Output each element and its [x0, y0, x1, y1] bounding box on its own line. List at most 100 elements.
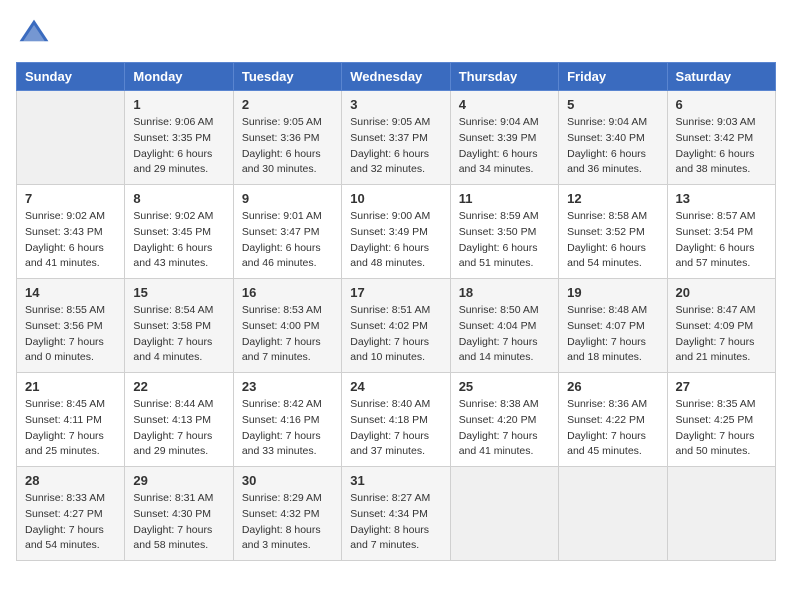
week-row-0: 1 Sunrise: 9:06 AM Sunset: 3:35 PM Daylig… [17, 91, 776, 185]
header-cell-monday: Monday [125, 63, 233, 91]
day-number: 29 [133, 473, 224, 488]
day-info: Sunrise: 8:42 AM Sunset: 4:16 PM Dayligh… [242, 397, 333, 460]
day-number: 4 [459, 97, 550, 112]
day-number: 7 [25, 191, 116, 206]
day-number: 15 [133, 285, 224, 300]
day-cell: 25Sunrise: 8:38 AM Sunset: 4:20 PM Dayli… [450, 373, 558, 467]
day-cell: 15 Sunrise: 8:54 AM Sunset: 3:58 PM Dayli… [125, 279, 233, 373]
day-cell [17, 91, 125, 185]
day-number: 30 [242, 473, 333, 488]
day-number: 5 [567, 97, 658, 112]
day-info: Sunrise: 9:02 AM Sunset: 3:43 PM Dayligh… [25, 209, 116, 272]
header-cell-saturday: Saturday [667, 63, 775, 91]
day-number: 2 [242, 97, 333, 112]
day-info: Sunrise: 9:03 AM Sunset: 3:42 PM Dayligh… [676, 115, 767, 178]
day-info: Sunrise: 9:02 AM Sunset: 3:45 PM Dayligh… [133, 209, 224, 272]
day-info: Sunrise: 9:06 AM Sunset: 3:35 PM Dayligh… [133, 115, 224, 178]
day-number: 10 [350, 191, 441, 206]
header-cell-wednesday: Wednesday [342, 63, 450, 91]
day-cell: 20 Sunrise: 8:47 AM Sunset: 4:09 PM Dayli… [667, 279, 775, 373]
header-cell-sunday: Sunday [17, 63, 125, 91]
day-info: Sunrise: 8:40 AM Sunset: 4:18 PM Dayligh… [350, 397, 441, 460]
header-cell-friday: Friday [559, 63, 667, 91]
day-cell: 16Sunrise: 8:53 AM Sunset: 4:00 PM Dayli… [233, 279, 341, 373]
day-cell: 21 Sunrise: 8:45 AM Sunset: 4:11 PM Dayli… [17, 373, 125, 467]
day-number: 19 [567, 285, 658, 300]
day-cell: 2 Sunrise: 9:05 AM Sunset: 3:36 PM Daylig… [233, 91, 341, 185]
header-row: SundayMondayTuesdayWednesdayThursdayFrid… [17, 63, 776, 91]
day-number: 8 [133, 191, 224, 206]
day-cell: 8 Sunrise: 9:02 AM Sunset: 3:45 PM Daylig… [125, 185, 233, 279]
day-number: 11 [459, 191, 550, 206]
header-cell-thursday: Thursday [450, 63, 558, 91]
header-cell-tuesday: Tuesday [233, 63, 341, 91]
day-cell: 12 Sunrise: 8:58 AM Sunset: 3:52 PM Dayli… [559, 185, 667, 279]
day-info: Sunrise: 8:36 AM Sunset: 4:22 PM Dayligh… [567, 397, 658, 460]
day-info: Sunrise: 8:58 AM Sunset: 3:52 PM Dayligh… [567, 209, 658, 272]
day-number: 21 [25, 379, 116, 394]
day-cell: 17Sunrise: 8:51 AM Sunset: 4:02 PM Dayli… [342, 279, 450, 373]
day-info: Sunrise: 8:59 AM Sunset: 3:50 PM Dayligh… [459, 209, 550, 272]
day-cell: 6 Sunrise: 9:03 AM Sunset: 3:42 PM Daylig… [667, 91, 775, 185]
day-cell: 1 Sunrise: 9:06 AM Sunset: 3:35 PM Daylig… [125, 91, 233, 185]
day-cell: 11 Sunrise: 8:59 AM Sunset: 3:50 PM Dayli… [450, 185, 558, 279]
day-cell: 26 Sunrise: 8:36 AM Sunset: 4:22 PM Dayli… [559, 373, 667, 467]
day-number: 1 [133, 97, 224, 112]
week-row-2: 14Sunrise: 8:55 AM Sunset: 3:56 PM Dayli… [17, 279, 776, 373]
day-info: Sunrise: 9:04 AM Sunset: 3:40 PM Dayligh… [567, 115, 658, 178]
day-info: Sunrise: 9:05 AM Sunset: 3:37 PM Dayligh… [350, 115, 441, 178]
logo [16, 16, 56, 52]
day-number: 18 [459, 285, 550, 300]
day-cell: 3 Sunrise: 9:05 AM Sunset: 3:37 PM Daylig… [342, 91, 450, 185]
day-info: Sunrise: 8:47 AM Sunset: 4:09 PM Dayligh… [676, 303, 767, 366]
week-row-4: 28 Sunrise: 8:33 AM Sunset: 4:27 PM Dayli… [17, 467, 776, 561]
day-cell: 18 Sunrise: 8:50 AM Sunset: 4:04 PM Dayli… [450, 279, 558, 373]
day-info: Sunrise: 8:31 AM Sunset: 4:30 PM Dayligh… [133, 491, 224, 554]
day-info: Sunrise: 8:27 AM Sunset: 4:34 PM Dayligh… [350, 491, 441, 554]
logo-icon [16, 16, 52, 52]
day-info: Sunrise: 8:33 AM Sunset: 4:27 PM Dayligh… [25, 491, 116, 554]
calendar-body: 1 Sunrise: 9:06 AM Sunset: 3:35 PM Daylig… [17, 91, 776, 561]
day-info: Sunrise: 8:35 AM Sunset: 4:25 PM Dayligh… [676, 397, 767, 460]
day-info: Sunrise: 8:29 AM Sunset: 4:32 PM Dayligh… [242, 491, 333, 554]
day-cell: 28 Sunrise: 8:33 AM Sunset: 4:27 PM Dayli… [17, 467, 125, 561]
day-info: Sunrise: 8:44 AM Sunset: 4:13 PM Dayligh… [133, 397, 224, 460]
day-info: Sunrise: 9:00 AM Sunset: 3:49 PM Dayligh… [350, 209, 441, 272]
day-number: 6 [676, 97, 767, 112]
page-header [16, 16, 776, 52]
day-number: 28 [25, 473, 116, 488]
day-cell: 9Sunrise: 9:01 AM Sunset: 3:47 PM Daylig… [233, 185, 341, 279]
day-cell [667, 467, 775, 561]
day-info: Sunrise: 8:53 AM Sunset: 4:00 PM Dayligh… [242, 303, 333, 366]
day-info: Sunrise: 8:55 AM Sunset: 3:56 PM Dayligh… [25, 303, 116, 366]
day-cell: 30 Sunrise: 8:29 AM Sunset: 4:32 PM Dayli… [233, 467, 341, 561]
day-cell: 7 Sunrise: 9:02 AM Sunset: 3:43 PM Daylig… [17, 185, 125, 279]
day-number: 20 [676, 285, 767, 300]
day-info: Sunrise: 9:04 AM Sunset: 3:39 PM Dayligh… [459, 115, 550, 178]
day-info: Sunrise: 8:38 AM Sunset: 4:20 PM Dayligh… [459, 397, 550, 460]
day-cell [450, 467, 558, 561]
week-row-1: 7 Sunrise: 9:02 AM Sunset: 3:43 PM Daylig… [17, 185, 776, 279]
day-number: 26 [567, 379, 658, 394]
day-cell: 22Sunrise: 8:44 AM Sunset: 4:13 PM Dayli… [125, 373, 233, 467]
day-info: Sunrise: 8:45 AM Sunset: 4:11 PM Dayligh… [25, 397, 116, 460]
day-cell: 27Sunrise: 8:35 AM Sunset: 4:25 PM Dayli… [667, 373, 775, 467]
day-cell: 23Sunrise: 8:42 AM Sunset: 4:16 PM Dayli… [233, 373, 341, 467]
day-info: Sunrise: 8:50 AM Sunset: 4:04 PM Dayligh… [459, 303, 550, 366]
day-cell: 4 Sunrise: 9:04 AM Sunset: 3:39 PM Daylig… [450, 91, 558, 185]
day-number: 17 [350, 285, 441, 300]
day-info: Sunrise: 8:57 AM Sunset: 3:54 PM Dayligh… [676, 209, 767, 272]
day-info: Sunrise: 8:54 AM Sunset: 3:58 PM Dayligh… [133, 303, 224, 366]
day-number: 31 [350, 473, 441, 488]
day-number: 3 [350, 97, 441, 112]
day-number: 9 [242, 191, 333, 206]
day-cell: 24Sunrise: 8:40 AM Sunset: 4:18 PM Dayli… [342, 373, 450, 467]
day-cell: 14Sunrise: 8:55 AM Sunset: 3:56 PM Dayli… [17, 279, 125, 373]
day-number: 13 [676, 191, 767, 206]
day-number: 12 [567, 191, 658, 206]
day-info: Sunrise: 9:05 AM Sunset: 3:36 PM Dayligh… [242, 115, 333, 178]
day-cell: 10 Sunrise: 9:00 AM Sunset: 3:49 PM Dayli… [342, 185, 450, 279]
day-cell: 5 Sunrise: 9:04 AM Sunset: 3:40 PM Daylig… [559, 91, 667, 185]
day-info: Sunrise: 8:48 AM Sunset: 4:07 PM Dayligh… [567, 303, 658, 366]
day-cell: 13 Sunrise: 8:57 AM Sunset: 3:54 PM Dayli… [667, 185, 775, 279]
